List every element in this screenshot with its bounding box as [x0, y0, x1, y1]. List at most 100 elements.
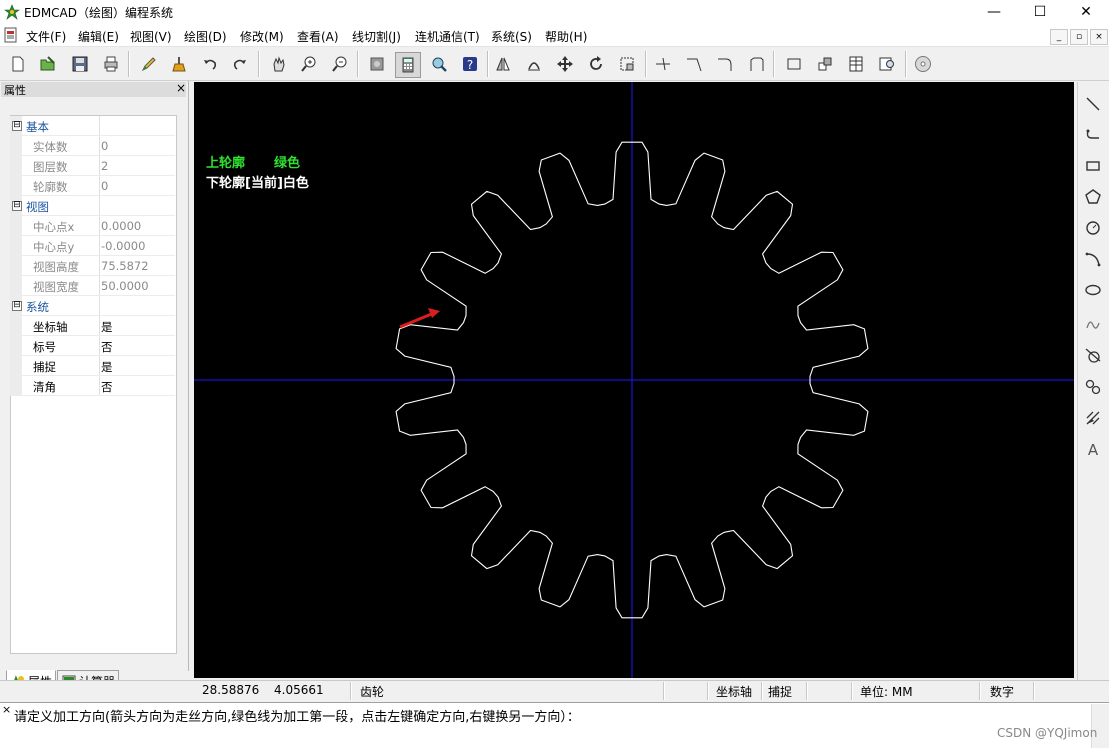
zoom-in-button[interactable]	[297, 52, 321, 76]
print-button[interactable]	[99, 52, 123, 76]
redo-button[interactable]	[228, 52, 252, 76]
new-file-button[interactable]	[6, 52, 30, 76]
property-row[interactable]: 中心点x 0.0000	[10, 216, 175, 236]
polygon-tool-button[interactable]	[1081, 185, 1105, 209]
disc-button[interactable]	[911, 52, 935, 76]
group-system[interactable]: ⊟ 系统	[10, 296, 175, 316]
chamfer-button[interactable]	[744, 52, 768, 76]
layer-button[interactable]	[813, 52, 837, 76]
direction-arrow-head	[428, 308, 440, 318]
pen-tool-button[interactable]	[137, 52, 161, 76]
property-row[interactable]: 视图高度 75.5872	[10, 256, 175, 276]
app-logo-icon	[4, 4, 20, 20]
mdi-close-button[interactable]: ×	[1090, 29, 1108, 45]
gear-tool-button[interactable]	[1081, 375, 1105, 399]
menu-help[interactable]: 帮助(H)	[545, 28, 587, 45]
command-bar-close-button[interactable]: ×	[2, 703, 11, 716]
property-value[interactable]: 否	[101, 339, 113, 355]
clear-button[interactable]	[167, 52, 191, 76]
menu-draw[interactable]: 绘图(D)	[184, 28, 227, 45]
menu-edit[interactable]: 编辑(E)	[78, 28, 119, 45]
text-tool-button[interactable]: A	[1081, 437, 1105, 461]
menu-modify[interactable]: 修改(M)	[240, 28, 284, 45]
scale-button[interactable]	[615, 52, 639, 76]
property-row[interactable]: 捕捉 是	[10, 356, 175, 376]
save-button[interactable]	[68, 52, 92, 76]
property-row[interactable]: 图层数 2	[10, 156, 175, 176]
status-separator	[1033, 682, 1035, 700]
document-icon[interactable]	[3, 27, 19, 43]
property-row[interactable]: 中心点y -0.0000	[10, 236, 175, 256]
menu-communication[interactable]: 连机通信(T)	[415, 28, 480, 45]
collapse-icon[interactable]: ⊟	[12, 301, 22, 311]
property-value[interactable]: 否	[101, 379, 113, 395]
maximize-button[interactable]: ☐	[1017, 0, 1063, 24]
collapse-icon[interactable]: ⊟	[12, 201, 22, 211]
zoom-out-button[interactable]	[328, 52, 352, 76]
close-button[interactable]: ✕	[1063, 0, 1109, 24]
property-row[interactable]: 轮廓数 0	[10, 176, 175, 196]
status-snap-toggle[interactable]: 捕捉	[768, 683, 792, 700]
property-value[interactable]: 是	[101, 319, 113, 335]
hatch-tool-button[interactable]	[1081, 406, 1105, 430]
property-row[interactable]: 视图宽度 50.0000	[10, 276, 175, 296]
extend-button[interactable]	[682, 52, 706, 76]
move-button[interactable]	[553, 52, 577, 76]
circle-tool-button[interactable]	[1081, 216, 1105, 240]
table-button[interactable]	[844, 52, 868, 76]
group-view[interactable]: ⊟ 视图	[10, 196, 175, 216]
polyline-tool-button[interactable]	[1081, 123, 1105, 147]
fillet-button[interactable]	[713, 52, 737, 76]
search-button[interactable]	[427, 52, 451, 76]
canvas-svg[interactable]	[194, 82, 1074, 678]
trim-button[interactable]	[651, 52, 675, 76]
properties-close-button[interactable]: ×	[176, 81, 186, 95]
minimize-button[interactable]: —	[971, 0, 1017, 24]
undo-button[interactable]	[198, 52, 222, 76]
ellipse-tool-button[interactable]	[1081, 278, 1105, 302]
status-separator	[350, 682, 352, 700]
property-value: 0	[101, 139, 109, 153]
property-row[interactable]: 清角 否	[10, 376, 175, 396]
rectangle-tool-button[interactable]	[1081, 154, 1105, 178]
menu-system[interactable]: 系统(S)	[491, 28, 532, 45]
tangent-icon	[1085, 348, 1101, 363]
arc-tool-button[interactable]	[1081, 247, 1105, 271]
mirror-button[interactable]	[491, 52, 515, 76]
redo-icon	[233, 59, 246, 70]
spline-tool-button[interactable]	[1081, 313, 1105, 337]
collapse-icon[interactable]: ⊟	[12, 121, 22, 131]
group-basic[interactable]: ⊟ 基本	[10, 116, 175, 136]
calculator-button[interactable]	[395, 52, 421, 78]
open-file-button[interactable]	[36, 52, 60, 76]
tangent-tool-button[interactable]	[1081, 344, 1105, 368]
property-row[interactable]: 坐标轴 是	[10, 316, 175, 336]
menu-inspect[interactable]: 查看(A)	[297, 28, 339, 45]
menu-view[interactable]: 视图(V)	[130, 28, 172, 45]
menu-wire-cut[interactable]: 线切割(J)	[352, 28, 401, 45]
pan-button[interactable]	[267, 52, 291, 76]
chamfer-icon	[750, 57, 764, 71]
calculator-icon	[402, 57, 414, 73]
mdi-minimize-button[interactable]: _	[1050, 29, 1068, 45]
gear-tool-button[interactable]	[365, 52, 389, 76]
drawing-canvas[interactable]: 上轮廓 绿色 下轮廓[当前]白色	[194, 82, 1074, 678]
property-name: 坐标轴	[33, 320, 68, 334]
circle-icon	[1086, 221, 1100, 235]
minimize-icon: —	[987, 4, 1001, 20]
help-button[interactable]: ?	[458, 52, 482, 76]
rotate-button[interactable]	[584, 52, 608, 76]
property-name: 清角	[33, 380, 56, 394]
property-value[interactable]: 是	[101, 359, 113, 375]
property-row[interactable]: 标号 否	[10, 336, 175, 356]
status-axis-toggle[interactable]: 坐标轴	[716, 683, 752, 700]
rectangle-view-button[interactable]	[782, 52, 806, 76]
line-tool-button[interactable]	[1081, 92, 1105, 116]
array-button[interactable]	[522, 52, 546, 76]
preview-button[interactable]	[875, 52, 899, 76]
menu-file[interactable]: 文件(F)	[26, 28, 66, 45]
mdi-restore-button[interactable]: ▫	[1070, 29, 1088, 45]
fillet-icon	[718, 58, 732, 71]
property-row[interactable]: 实体数 0	[10, 136, 175, 156]
property-name: 视图高度	[33, 260, 79, 274]
